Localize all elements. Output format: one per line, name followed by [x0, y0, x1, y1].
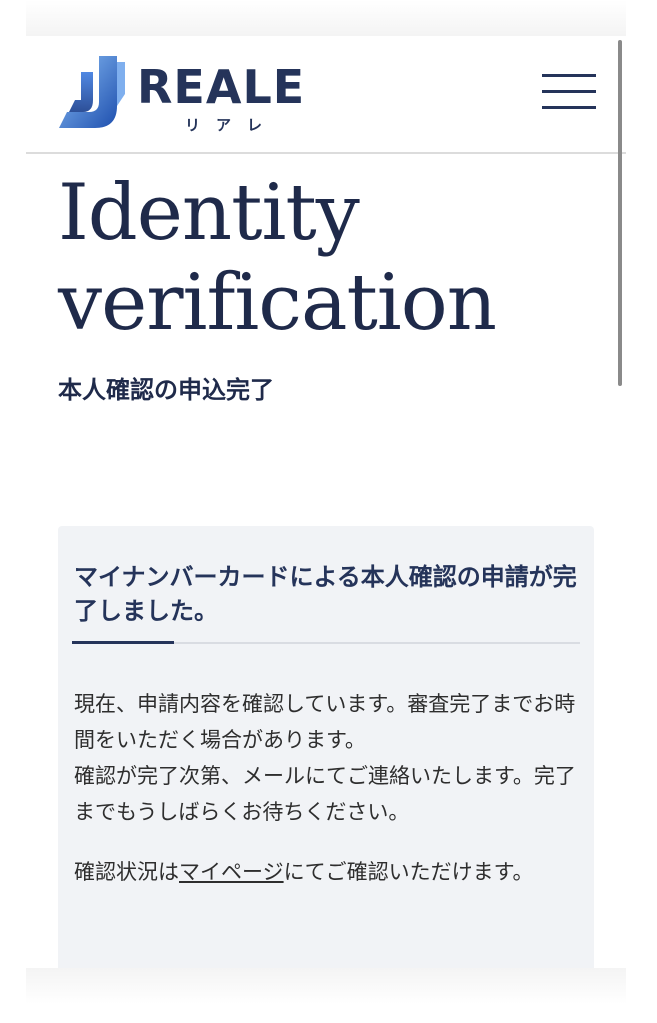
- page-title-line2: verification: [58, 258, 497, 348]
- card-divider-accent: [72, 641, 174, 644]
- card-paragraph-2: 確認状況はマイページにてご確認いただけます。: [74, 854, 588, 890]
- mypage-link[interactable]: マイページ: [179, 860, 284, 884]
- page-title-line1: Identity: [58, 168, 360, 258]
- page-subtitle: 本人確認の申込完了: [58, 376, 274, 404]
- hamburger-menu-icon[interactable]: [542, 74, 596, 110]
- status-prefix: 確認状況は: [74, 860, 179, 884]
- status-suffix: にてご確認いただけます。: [283, 860, 534, 884]
- page-viewport: REALE リアレ Identity verification 本人確認の申込完…: [26, 36, 626, 1004]
- bottom-edge: [26, 968, 626, 1004]
- card-text-review: 現在、申請内容を確認しています。審査完了までお時間をいただく場合があります。: [74, 692, 576, 752]
- card-body: 現在、申請内容を確認しています。審査完了までお時間をいただく場合があります。 確…: [74, 686, 588, 890]
- card-text-contact: 確認が完了次第、メールにてご連絡いたします。完了までもうしばらくお待ちください。: [74, 764, 576, 824]
- logo-wordmark: REALE: [137, 60, 306, 114]
- menu-bar-middle: [542, 90, 596, 93]
- logo-kana: リアレ: [185, 116, 279, 134]
- reale-logo[interactable]: REALE リアレ: [59, 54, 329, 134]
- menu-bar-top: [542, 74, 596, 77]
- page-title: Identity verification: [58, 168, 497, 348]
- site-header: REALE リアレ: [26, 36, 626, 154]
- scrollbar[interactable]: [618, 40, 622, 386]
- card-heading: マイナンバーカードによる本人確認の申請が完了しました。: [74, 563, 577, 625]
- menu-bar-bottom: [542, 106, 596, 109]
- completion-card: マイナンバーカードによる本人確認の申請が完了しました。 現在、申請内容を確認して…: [58, 526, 594, 978]
- reale-logo-mark-icon: [59, 56, 125, 128]
- card-paragraph-1: 現在、申請内容を確認しています。審査完了までお時間をいただく場合があります。 確…: [74, 686, 588, 830]
- top-edge: [26, 0, 626, 36]
